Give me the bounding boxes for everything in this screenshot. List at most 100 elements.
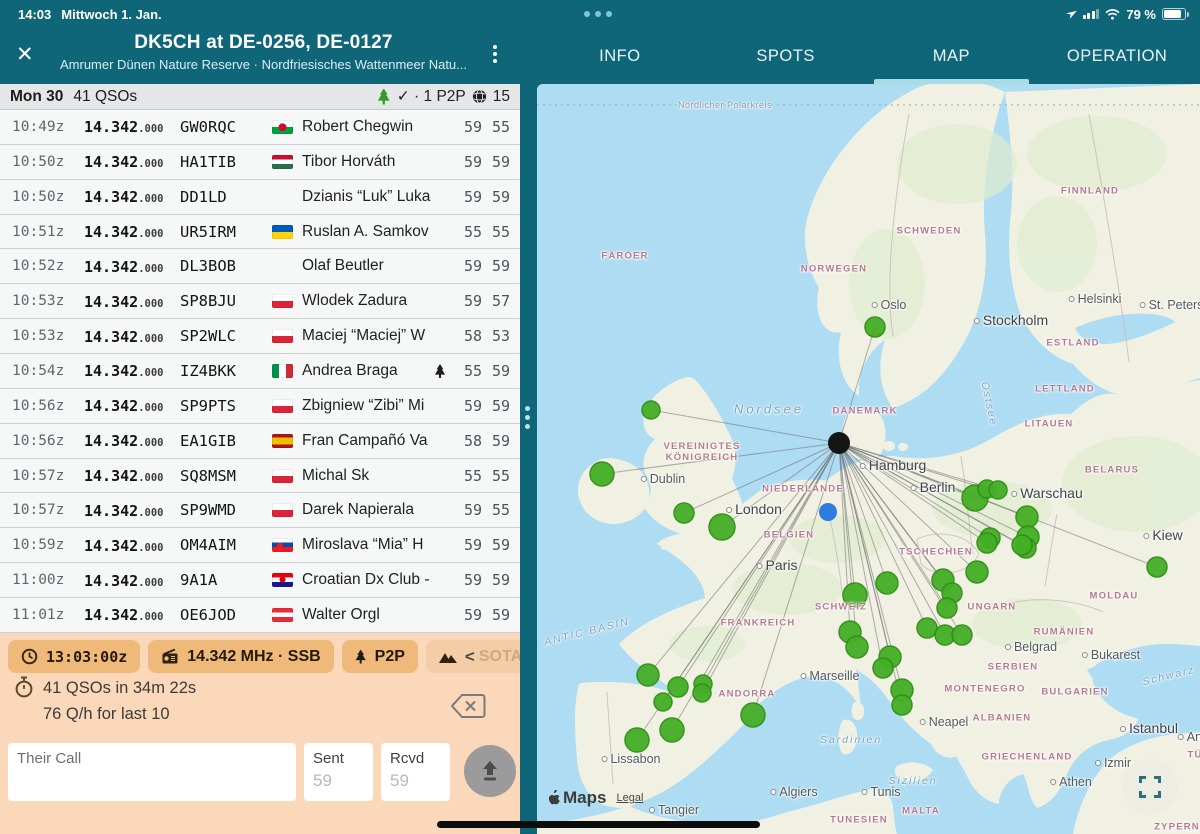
qso-rst-sent: 58 <box>454 327 482 345</box>
qso-time: 10:57z <box>12 468 84 484</box>
chip-row: 13:03:00z 14.342 MHz · SSB P2P < SOTA <box>0 633 520 673</box>
frequency-mode-chip[interactable]: 14.342 MHz · SSB <box>148 640 333 673</box>
p2p-chip-label: P2P <box>375 648 405 666</box>
table-row[interactable]: 10:57z 14.342.000 SP9WMD Darek Napierala… <box>0 493 520 528</box>
table-row[interactable]: 10:53z 14.342.000 SP2WLC Maciej “Maciej”… <box>0 319 520 354</box>
p2p-chip[interactable]: P2P <box>342 640 418 673</box>
qso-marker[interactable] <box>660 718 684 742</box>
qso-marker[interactable] <box>1012 535 1032 555</box>
wifi-icon <box>1105 9 1120 20</box>
qso-marker[interactable] <box>693 684 711 702</box>
country-flag-icon <box>272 573 293 587</box>
qso-marker[interactable] <box>917 618 937 638</box>
qso-operator-name: Zbigniew “Zibi” Mi <box>302 397 454 415</box>
entry-fields: Their Call Sent 59 Rcvd 59 <box>8 743 516 801</box>
qso-marker[interactable] <box>654 693 672 711</box>
multitask-dots-icon[interactable] <box>584 11 612 17</box>
table-row[interactable]: 10:56z 14.342.000 SP9PTS Zbigniew “Zibi”… <box>0 389 520 424</box>
sota-chip-label: SOTA <box>479 648 520 666</box>
table-row[interactable]: 11:01z 14.342.000 OE6JOD Walter Orgl 59 … <box>0 598 520 633</box>
time-chip[interactable]: 13:03:00z <box>8 640 140 673</box>
qso-marker[interactable] <box>1147 557 1167 577</box>
qso-callsign: SP2WLC <box>180 327 272 345</box>
qso-marker[interactable] <box>873 658 893 678</box>
qso-marker[interactable] <box>741 703 765 727</box>
backspace-icon[interactable] <box>450 693 486 724</box>
qso-marker[interactable] <box>674 503 694 523</box>
qso-marker[interactable] <box>966 561 988 583</box>
qso-frequency: 14.342.000 <box>84 501 180 520</box>
tab-operation[interactable]: OPERATION <box>1034 28 1200 84</box>
qso-marker[interactable] <box>846 636 868 658</box>
qso-marker[interactable] <box>668 677 688 697</box>
country-flag-icon <box>272 469 293 483</box>
qso-marker[interactable] <box>625 728 649 752</box>
tab-map[interactable]: MAP <box>869 28 1035 84</box>
qso-time: 10:54z <box>12 363 84 379</box>
qso-marker[interactable] <box>876 572 898 594</box>
log-day-header[interactable]: Mon 30 41 QSOs ✓ · 1 P2P 15 <box>0 84 520 110</box>
rcvd-field[interactable]: Rcvd 59 <box>381 743 450 801</box>
panel-resize-handle[interactable] <box>525 406 530 429</box>
table-row[interactable]: 10:51z 14.342.000 UR5IRM Ruslan A. Samko… <box>0 215 520 250</box>
qso-callsign: SQ8MSM <box>180 467 272 485</box>
tab-spots[interactable]: SPOTS <box>703 28 869 84</box>
table-row[interactable]: 10:57z 14.342.000 SQ8MSM Michal Sk 55 55 <box>0 459 520 494</box>
fullscreen-button[interactable] <box>1122 759 1178 815</box>
sent-field[interactable]: Sent 59 <box>304 743 373 801</box>
qso-marker[interactable] <box>977 533 997 553</box>
qso-marker[interactable] <box>865 317 885 337</box>
qso-time: 11:01z <box>12 607 84 623</box>
qso-rst-sent: 59 <box>454 118 482 136</box>
qso-marker[interactable] <box>843 583 867 607</box>
table-row[interactable]: 10:56z 14.342.000 EA1GIB Fran Campañó Va… <box>0 424 520 459</box>
qso-marker[interactable] <box>642 401 660 419</box>
table-row[interactable]: 10:53z 14.342.000 SP8BJU Wlodek Zadura 5… <box>0 284 520 319</box>
their-call-field[interactable]: Their Call <box>8 743 296 801</box>
qso-time: 10:59z <box>12 537 84 553</box>
sent-value: 59 <box>313 771 364 791</box>
qso-marker[interactable] <box>989 481 1007 499</box>
app-header: ✕ DK5CH at DE-0256, DE-0127 Amrumer Düne… <box>0 28 1200 84</box>
table-row[interactable]: 10:59z 14.342.000 OM4AIM Miroslava “Mia”… <box>0 528 520 563</box>
fullscreen-icon <box>1139 776 1161 798</box>
qso-operator-name: Croatian Dx Club - <box>302 571 454 589</box>
qso-rst-rcvd: 55 <box>482 467 510 485</box>
table-row[interactable]: 10:50z 14.342.000 DD1LD Dzianis “Luk” Lu… <box>0 180 520 215</box>
qso-rst-sent: 59 <box>454 188 482 206</box>
home-indicator[interactable] <box>437 821 760 828</box>
qso-marker[interactable] <box>952 625 972 645</box>
qso-operator-name: Ruslan A. Samkov <box>302 223 454 241</box>
legal-link[interactable]: Legal <box>616 792 643 804</box>
qso-frequency: 14.342.000 <box>84 466 180 485</box>
table-row[interactable]: 10:52z 14.342.000 DL3BOB Olaf Beutler 59… <box>0 249 520 284</box>
qso-operator-name: Miroslava “Mia” H <box>302 536 454 554</box>
close-icon[interactable]: ✕ <box>16 42 34 67</box>
qso-callsign: OM4AIM <box>180 536 272 554</box>
status-date: Mittwoch 1. Jan. <box>61 7 161 22</box>
tab-info[interactable]: INFO <box>537 28 703 84</box>
kebab-menu-icon[interactable] <box>493 45 497 63</box>
table-row[interactable]: 11:00z 14.342.000 9A1A Croatian Dx Club … <box>0 563 520 598</box>
log-qso-count: 41 QSOs <box>73 88 137 106</box>
qso-marker[interactable] <box>637 664 659 686</box>
table-row[interactable]: 10:54z 14.342.000 IZ4BKK Andrea Braga 55… <box>0 354 520 389</box>
map[interactable]: Nördlicher PolarkreisFÄRÖERNORWEGENSCHWE… <box>537 84 1200 834</box>
qso-rst-sent: 59 <box>454 571 482 589</box>
qso-marker[interactable] <box>892 695 912 715</box>
qso-frequency: 14.342.000 <box>84 222 180 241</box>
qso-marker[interactable] <box>937 598 957 618</box>
submit-qso-button[interactable] <box>464 745 516 797</box>
qso-callsign: DL3BOB <box>180 257 272 275</box>
clock-time: 14:03 <box>18 7 51 22</box>
qso-marker[interactable] <box>1016 506 1038 528</box>
table-row[interactable]: 10:49z 14.342.000 GW0RQC Robert Chegwin … <box>0 110 520 145</box>
station-marker[interactable] <box>828 432 850 454</box>
qso-marker[interactable] <box>709 514 735 540</box>
country-flag-icon <box>272 225 293 239</box>
sota-chip[interactable]: < SOTA <box>426 640 520 673</box>
qso-rst-rcvd: 59 <box>482 397 510 415</box>
qso-marker[interactable] <box>590 462 614 486</box>
table-row[interactable]: 10:50z 14.342.000 HA1TIB Tibor Horváth 5… <box>0 145 520 180</box>
spotter-marker[interactable] <box>819 503 837 521</box>
